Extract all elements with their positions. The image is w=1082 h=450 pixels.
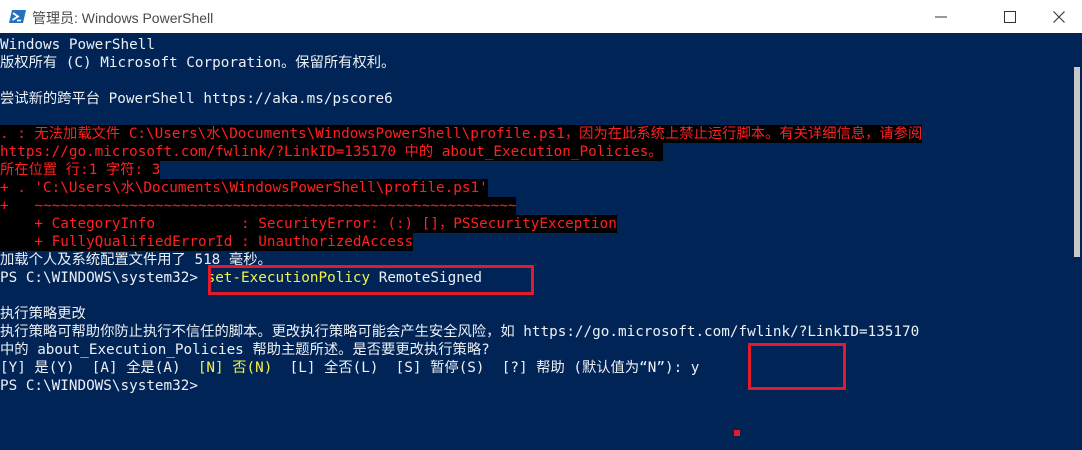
- close-icon: [1053, 10, 1065, 23]
- prompt-line: PS C:\WINDOWS\system32>: [0, 378, 198, 394]
- console-line: 中的 about_Execution_Policies 帮助主题所述。是否要更改…: [0, 342, 490, 358]
- console-line: Windows PowerShell: [0, 37, 155, 53]
- minimize-button[interactable]: [918, 0, 964, 33]
- choice-line: [Y] 是(Y) [A] 全是(A) [N] 否(N) [L] 全否(L) [S…: [0, 359, 699, 377]
- console-line: 版权所有 (C) Microsoft Corporation。保留所有权利。: [0, 55, 396, 71]
- close-button[interactable]: [1036, 0, 1082, 33]
- error-line: https://go.microsoft.com/fwlink/?LinkID=…: [0, 143, 663, 161]
- error-line: + . 'C:\Users\水\Documents\WindowsPowerSh…: [0, 179, 488, 197]
- error-line: + ~~~~~~~~~~~~~~~~~~~~~~~~~~~~~~~~~~~~~~…: [0, 197, 517, 215]
- maximize-icon: [1004, 10, 1016, 23]
- choice-text: [L] 全否(L) [S] 暂停(S) [?] 帮助 (默认值为“N”): y: [272, 360, 700, 376]
- error-line: . : 无法加载文件 C:\Users\水\Documents\WindowsP…: [0, 125, 923, 143]
- annotation-box-answer: [748, 343, 846, 390]
- choice-text: [Y] 是(Y) [A] 全是(A): [0, 360, 198, 376]
- window-title: 管理员: Windows PowerShell: [32, 10, 214, 26]
- powershell-icon[interactable]: [9, 8, 26, 25]
- error-line: + FullyQualifiedErrorId : UnauthorizedAc…: [0, 233, 414, 251]
- minimize-icon: [935, 11, 947, 23]
- annotation-dot: [734, 430, 740, 436]
- annotation-box-command: [208, 265, 534, 295]
- choice-default: [N] 否(N): [197, 360, 273, 376]
- error-line: + CategoryInfo : SecurityError: (:) []，P…: [0, 215, 617, 233]
- vertical-scrollbar[interactable]: [1070, 33, 1082, 450]
- console-line: 执行策略更改: [0, 306, 86, 322]
- prompt: PS C:\WINDOWS\system32>: [0, 270, 207, 286]
- console-line: 执行策略可帮助你防止执行不信任的脚本。更改执行策略可能会产生安全风险，如 htt…: [0, 324, 920, 340]
- title-bar[interactable]: 管理员: Windows PowerShell: [0, 0, 1082, 33]
- scrollbar-thumb[interactable]: [1074, 67, 1080, 257]
- maximize-button[interactable]: [987, 0, 1033, 33]
- console-line: 尝试新的跨平台 PowerShell https://aka.ms/pscore…: [0, 91, 393, 107]
- error-line: 所在位置 行:1 字符: 3: [0, 161, 161, 179]
- console-output[interactable]: Windows PowerShell 版权所有 (C) Microsoft Co…: [0, 33, 1070, 450]
